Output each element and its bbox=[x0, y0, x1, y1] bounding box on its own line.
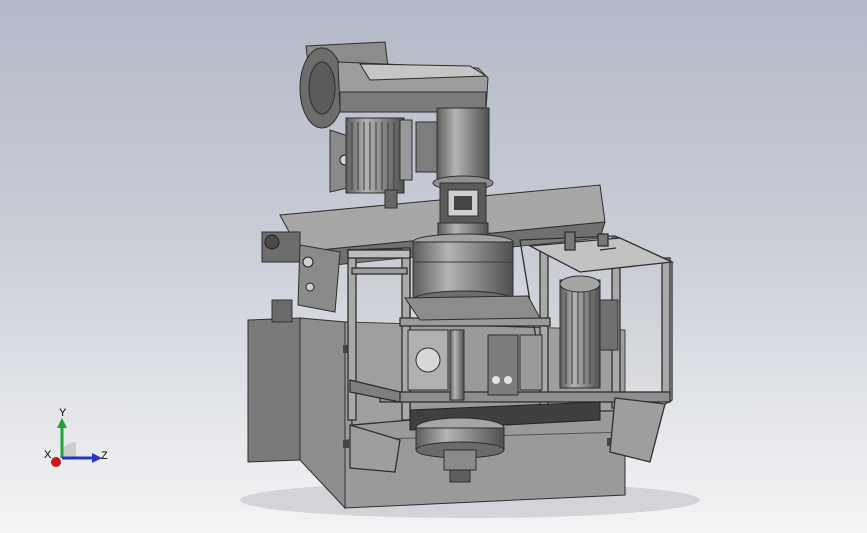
drive-motor-upper bbox=[345, 117, 439, 209]
z-axis-label: Z bbox=[101, 450, 108, 462]
x-axis-label: X bbox=[44, 449, 52, 461]
rotary-cylinder bbox=[404, 233, 541, 321]
triad-axes-icon bbox=[51, 418, 102, 467]
cad-viewport[interactable]: Y X Z bbox=[0, 0, 867, 533]
coordinate-triad[interactable]: Y X Z bbox=[38, 407, 118, 480]
machine-assembly-model[interactable] bbox=[0, 0, 867, 533]
y-axis-label: Y bbox=[59, 407, 67, 419]
spindle-column bbox=[432, 107, 494, 242]
